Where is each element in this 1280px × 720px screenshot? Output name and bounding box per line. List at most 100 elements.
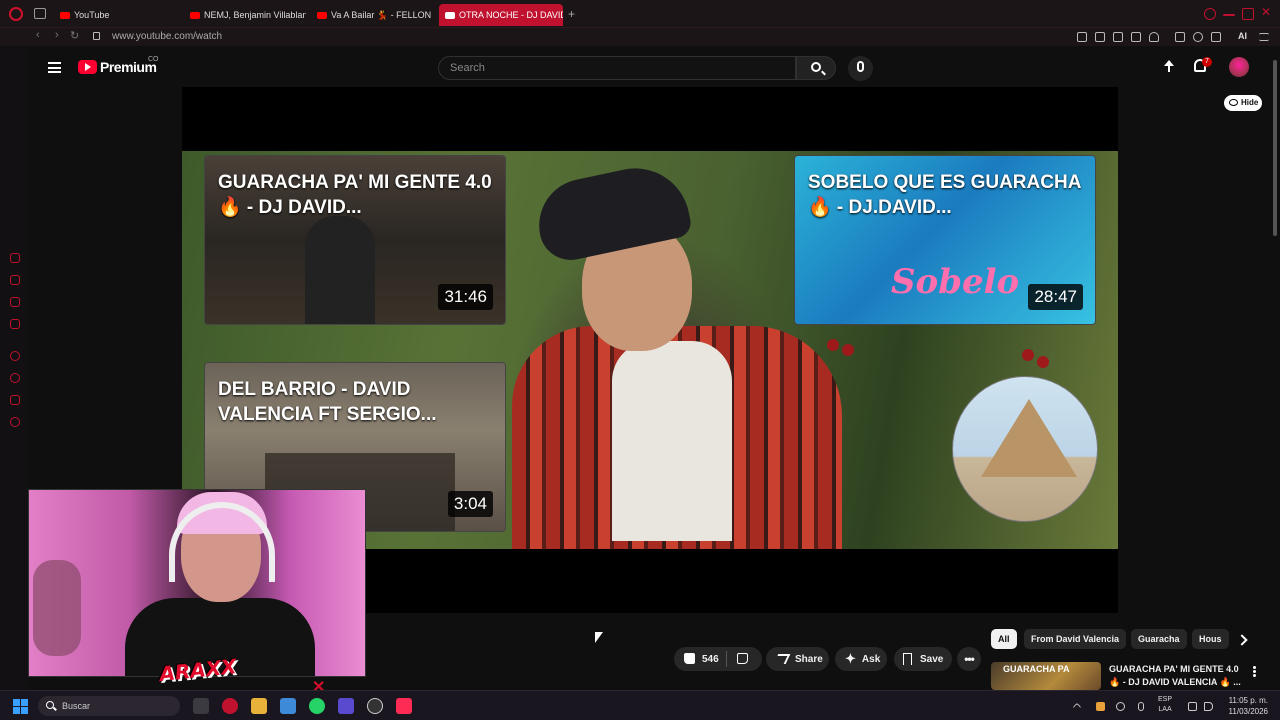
language-indicator[interactable]: ESP LAA <box>1158 695 1172 715</box>
browser-tab[interactable]: Va A Bailar 💃 - FELLON ✕ <box>311 4 435 26</box>
chip-guaracha[interactable]: Guaracha <box>1131 629 1187 649</box>
lock-icon <box>93 32 100 40</box>
like-count[interactable]: 546 <box>702 654 719 665</box>
page-scrollbar[interactable] <box>1270 46 1280 690</box>
browser-tab-active[interactable]: OTRA NOCHE - DJ DAVID <box>439 4 563 26</box>
search-tabs-icon[interactable] <box>1204 8 1216 20</box>
more-actions-button[interactable]: ••• <box>957 647 981 671</box>
taskbar-search[interactable]: Buscar <box>38 696 180 716</box>
file-explorer-icon[interactable] <box>251 698 267 714</box>
system-clock[interactable]: 11:05 p. m. 11/03/2026 <box>1220 695 1268 717</box>
youtube-favicon-icon <box>445 11 455 19</box>
youtube-logo-icon[interactable] <box>78 60 97 74</box>
taskbar-search-label: Buscar <box>62 701 91 711</box>
chip-all[interactable]: All <box>991 629 1017 649</box>
snapshot-icon[interactable] <box>1095 32 1105 42</box>
clock-date: 11/03/2026 <box>1228 707 1268 716</box>
like-thumb-icon[interactable] <box>684 653 695 664</box>
end-card-video[interactable]: SOBELO QUE ES GUARACHA 🔥 - DJ.DAVID... 2… <box>794 155 1096 325</box>
scrollbar-thumb[interactable] <box>1273 60 1277 236</box>
close-tab-icon[interactable]: ✕ <box>434 10 435 21</box>
chip-house[interactable]: Hous <box>1192 629 1229 649</box>
webcam-overlay <box>28 489 366 677</box>
shield-icon[interactable] <box>1113 32 1123 42</box>
end-card-video[interactable]: GUARACHA PA' MI GENTE 4.0 🔥 - DJ DAVID..… <box>204 155 506 325</box>
search-icon <box>811 62 821 72</box>
pin-icon[interactable] <box>1077 32 1087 42</box>
dislike-thumb-icon[interactable] <box>737 653 748 664</box>
related-filter-chips: All From David Valencia Guaracha Hous <box>991 629 1265 649</box>
windows-start-icon[interactable] <box>13 699 28 714</box>
video-scene-cherry <box>1037 356 1049 368</box>
language-code: ESP <box>1158 696 1173 703</box>
whatsapp-taskbar-icon[interactable] <box>309 698 325 714</box>
ask-button[interactable]: ✦ Ask <box>835 647 887 671</box>
task-view-icon[interactable] <box>193 698 209 714</box>
url-field[interactable]: www.youtube.com/watch <box>112 31 222 42</box>
microphone-icon <box>857 61 864 72</box>
more-horizontal-icon: ••• <box>964 652 975 666</box>
sidebar-messenger-icon[interactable] <box>10 297 20 307</box>
player-icon[interactable] <box>1131 32 1141 42</box>
windows-taskbar: Buscar ESP LAA 11:05 p. m. 11/03/2026 <box>0 690 1280 720</box>
sidebar-music-icon[interactable] <box>10 319 20 329</box>
menu-icon[interactable] <box>1259 33 1269 41</box>
voice-search-button[interactable] <box>848 56 873 81</box>
recommended-title[interactable]: GUARACHA PA' MI GENTE 4.0 🔥 - DJ DAVID V… <box>1109 663 1249 689</box>
obs-icon[interactable] <box>367 698 383 714</box>
tray-app-icon[interactable] <box>1096 702 1105 711</box>
opera-logo-icon[interactable] <box>9 7 23 21</box>
workspaces-icon[interactable] <box>34 8 46 19</box>
end-card-title: DEL BARRIO - DAVID VALENCIA FT SERGIO... <box>218 379 437 425</box>
sidebar-bookmarks-icon[interactable] <box>10 395 20 405</box>
recommended-thumbnail[interactable] <box>991 662 1101 690</box>
sidebar-ai-icon[interactable] <box>10 253 20 263</box>
end-card-duration: 31:46 <box>438 284 493 310</box>
tiktok-icon[interactable] <box>396 698 412 714</box>
network-icon[interactable] <box>1188 702 1197 711</box>
sidebar-settings-icon[interactable] <box>10 417 20 427</box>
hide-end-cards-button[interactable]: Hide <box>1224 95 1262 111</box>
notification-badge: 7 <box>1202 57 1212 67</box>
opera-taskbar-icon[interactable] <box>222 698 238 714</box>
volume-icon[interactable] <box>1204 702 1213 711</box>
share-button[interactable]: Share <box>766 647 829 671</box>
browser-tab[interactable]: YouTube <box>54 4 182 26</box>
tab-title: Va A Bailar 💃 - FELLON <box>331 9 432 20</box>
sidebar-history-icon[interactable] <box>10 373 20 383</box>
download-icon[interactable] <box>1211 32 1221 42</box>
video-scene-tee <box>612 341 732 541</box>
heart-icon[interactable] <box>1149 32 1159 42</box>
eye-off-icon <box>1229 99 1238 106</box>
create-upload-icon[interactable] <box>1162 60 1176 74</box>
minimize-icon[interactable] <box>1223 14 1235 16</box>
address-bar: ‹ › ↻ www.youtube.com/watch AI <box>0 28 1280 46</box>
reload-icon[interactable]: ↻ <box>70 29 79 42</box>
tray-cloud-icon[interactable] <box>1116 702 1125 711</box>
tray-mic-icon[interactable] <box>1138 702 1144 711</box>
maximize-icon[interactable] <box>1242 8 1254 20</box>
recommended-video-item[interactable]: GUARACHA PA' MI GENTE 4.0 🔥 - DJ DAVID V… <box>991 662 1266 690</box>
search-input[interactable]: Search <box>438 56 796 80</box>
browser-tab-bar: YouTube NEMJ, Benjamin Villablanc Va A B… <box>0 0 1280 28</box>
aria-ai-button[interactable]: AI <box>1238 31 1247 41</box>
sidebar-whatsapp-icon[interactable] <box>10 351 20 361</box>
save-button[interactable]: Save <box>894 647 952 671</box>
back-icon[interactable]: ‹ <box>36 29 40 41</box>
store-icon[interactable] <box>280 698 296 714</box>
end-card-channel-subscribe[interactable] <box>952 376 1098 522</box>
extensions-icon[interactable] <box>1175 32 1185 42</box>
forward-icon[interactable]: › <box>55 29 59 41</box>
tray-expand-icon[interactable] <box>1072 702 1082 712</box>
guide-menu-icon[interactable] <box>48 62 61 73</box>
teams-icon[interactable] <box>338 698 354 714</box>
close-window-icon[interactable]: ✕ <box>1261 5 1273 19</box>
search-button[interactable] <box>796 56 836 80</box>
chip-from-channel[interactable]: From David Valencia <box>1024 629 1127 649</box>
more-vertical-icon[interactable] <box>1253 666 1256 669</box>
browser-tab[interactable]: NEMJ, Benjamin Villablanc <box>184 4 306 26</box>
account-avatar[interactable] <box>1229 57 1249 77</box>
new-tab-button[interactable]: + <box>568 7 575 21</box>
sidebar-bag-icon[interactable] <box>10 275 20 285</box>
account-icon[interactable] <box>1193 32 1203 42</box>
